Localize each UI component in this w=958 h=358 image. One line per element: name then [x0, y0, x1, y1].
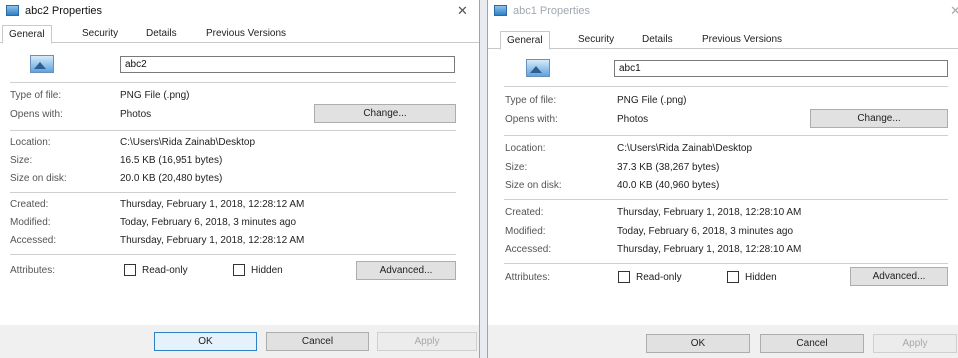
file-name-input[interactable]: [614, 60, 948, 77]
accessed-value: Thursday, February 1, 2018, 12:28:10 AM: [617, 244, 802, 255]
cancel-button[interactable]: Cancel: [266, 332, 369, 351]
dialog-title: abc2 Properties: [25, 5, 103, 17]
opens-with-value: Photos: [120, 109, 152, 120]
opens-with-label: Opens with:: [10, 109, 63, 120]
title-bar: abc2 Properties ✕: [0, 0, 479, 22]
ok-button[interactable]: OK: [154, 332, 257, 351]
type-of-file-value: PNG File (.png): [120, 90, 190, 101]
created-label: Created:: [10, 199, 49, 210]
image-file-icon: [494, 5, 507, 16]
tab-previous-versions[interactable]: Previous Versions: [696, 31, 788, 49]
divider: [10, 192, 456, 193]
advanced-button[interactable]: Advanced...: [850, 267, 948, 286]
tab-bar: General Security Details Previous Versio…: [488, 31, 958, 50]
opens-with-value: Photos: [617, 114, 649, 125]
cancel-button[interactable]: Cancel: [760, 334, 864, 353]
png-file-icon: [30, 55, 54, 73]
change-button[interactable]: Change...: [810, 109, 948, 128]
tab-general[interactable]: General: [2, 25, 52, 44]
size-value: 16.5 KB (16,951 bytes): [120, 155, 223, 166]
divider: [504, 199, 948, 200]
attributes-label: Attributes:: [10, 265, 56, 276]
divider: [504, 86, 948, 87]
size-label: Size:: [10, 155, 33, 166]
divider: [10, 254, 456, 255]
accessed-label: Accessed:: [10, 235, 57, 246]
size-label: Size:: [505, 162, 528, 173]
change-button[interactable]: Change...: [314, 104, 456, 123]
size-on-disk-label: Size on disk:: [10, 173, 67, 184]
size-on-disk-value: 40.0 KB (40,960 bytes): [617, 180, 720, 191]
properties-dialog-abc2: abc2 Properties ✕ General Security Detai…: [0, 0, 480, 358]
location-label: Location:: [505, 143, 546, 154]
tab-general[interactable]: General: [500, 31, 550, 50]
window-gap: [480, 0, 487, 358]
modified-label: Modified:: [505, 226, 546, 237]
modified-label: Modified:: [10, 217, 51, 228]
accessed-value: Thursday, February 1, 2018, 12:28:12 AM: [120, 235, 305, 246]
tab-previous-versions[interactable]: Previous Versions: [200, 25, 292, 43]
divider: [10, 130, 456, 131]
type-of-file-label: Type of file:: [10, 90, 62, 101]
tab-security[interactable]: Security: [572, 31, 620, 49]
accessed-label: Accessed:: [505, 244, 552, 255]
tab-bar: General Security Details Previous Versio…: [0, 25, 479, 44]
apply-button[interactable]: Apply: [377, 332, 477, 351]
type-of-file-label: Type of file:: [505, 95, 557, 106]
png-file-icon: [526, 59, 550, 77]
opens-with-label: Opens with:: [505, 114, 558, 125]
dialog-title: abc1 Properties: [513, 5, 591, 17]
apply-button[interactable]: Apply: [873, 334, 957, 353]
hidden-label: Hidden: [745, 272, 777, 283]
divider: [10, 82, 456, 83]
size-value: 37.3 KB (38,267 bytes): [617, 162, 720, 173]
close-icon[interactable]: ✕: [457, 3, 468, 19]
hidden-label: Hidden: [251, 265, 283, 276]
file-name-input[interactable]: [120, 56, 455, 73]
tab-security[interactable]: Security: [76, 25, 124, 43]
attributes-label: Attributes:: [505, 272, 551, 283]
read-only-label: Read-only: [142, 265, 188, 276]
location-value: C:\Users\Rida Zainab\Desktop: [617, 143, 753, 154]
size-on-disk-label: Size on disk:: [505, 180, 562, 191]
created-value: Thursday, February 1, 2018, 12:28:12 AM: [120, 199, 305, 210]
title-bar: abc1 Properties ✕: [488, 0, 958, 22]
button-bar: OK Cancel Apply: [488, 325, 958, 358]
read-only-checkbox[interactable]: [124, 264, 136, 276]
button-bar: OK Cancel Apply: [0, 325, 479, 358]
tab-details[interactable]: Details: [140, 25, 183, 43]
divider: [504, 135, 948, 136]
close-icon[interactable]: ✕: [950, 3, 958, 19]
ok-button[interactable]: OK: [646, 334, 750, 353]
location-value: C:\Users\Rida Zainab\Desktop: [120, 137, 256, 148]
read-only-checkbox[interactable]: [618, 271, 630, 283]
size-on-disk-value: 20.0 KB (20,480 bytes): [120, 173, 223, 184]
created-value: Thursday, February 1, 2018, 12:28:10 AM: [617, 207, 802, 218]
modified-value: Today, February 6, 2018, 3 minutes ago: [120, 217, 297, 228]
image-file-icon: [6, 5, 19, 16]
tab-details[interactable]: Details: [636, 31, 679, 49]
location-label: Location:: [10, 137, 51, 148]
hidden-checkbox[interactable]: [727, 271, 739, 283]
advanced-button[interactable]: Advanced...: [356, 261, 456, 280]
created-label: Created:: [505, 207, 544, 218]
read-only-label: Read-only: [636, 272, 682, 283]
type-of-file-value: PNG File (.png): [617, 95, 687, 106]
hidden-checkbox[interactable]: [233, 264, 245, 276]
modified-value: Today, February 6, 2018, 3 minutes ago: [617, 226, 794, 237]
properties-dialog-abc1: abc1 Properties ✕ General Security Detai…: [487, 0, 958, 358]
divider: [504, 263, 948, 264]
